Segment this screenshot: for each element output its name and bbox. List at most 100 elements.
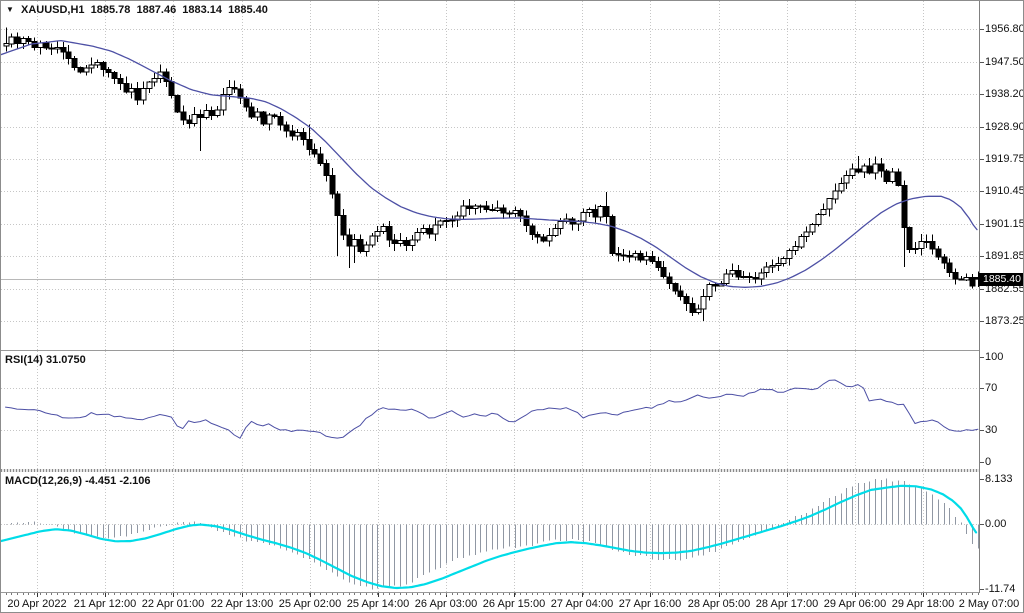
time-minor-tick (972, 593, 973, 595)
time-minor-tick (86, 593, 87, 595)
time-minor-tick (583, 593, 584, 595)
time-minor-tick (789, 593, 790, 595)
time-minor-tick (349, 593, 350, 595)
price-tick-label: 1956.80 (985, 23, 1024, 35)
time-minor-tick (160, 593, 161, 595)
time-minor-tick (526, 593, 527, 595)
time-minor-tick (28, 593, 29, 595)
price-tick-label: 1873.25 (985, 315, 1024, 327)
time-minor-tick (652, 593, 653, 595)
time-minor-tick (801, 593, 802, 595)
time-minor-tick (240, 593, 241, 595)
time-minor-tick (297, 593, 298, 595)
time-tick-mark (310, 593, 311, 597)
rsi-plot[interactable] (1, 351, 979, 469)
time-minor-tick (497, 593, 498, 595)
time-minor-tick (126, 593, 127, 595)
candlestick-plot[interactable] (1, 1, 979, 350)
axis-tick-mark (980, 321, 984, 322)
time-minor-tick (263, 593, 264, 595)
rsi-tick-label: 0 (985, 456, 991, 468)
time-minor-tick (503, 593, 504, 595)
time-tick-label: 28 Apr 05:00 (688, 598, 750, 610)
axis-tick-mark (980, 159, 984, 160)
time-minor-tick (286, 593, 287, 595)
time-minor-tick (274, 593, 275, 595)
time-minor-tick (658, 593, 659, 595)
time-tick-mark (37, 593, 38, 597)
time-minor-tick (412, 593, 413, 595)
time-tick-label: 27 Apr 04:00 (551, 598, 613, 610)
time-tick-label: 27 Apr 16:00 (619, 598, 681, 610)
time-minor-tick (560, 593, 561, 595)
time-minor-tick (629, 593, 630, 595)
time-minor-tick (103, 593, 104, 595)
time-tick-label: 25 Apr 02:00 (279, 598, 341, 610)
time-tick-label: 29 Apr 06:00 (824, 598, 886, 610)
time-minor-tick (898, 593, 899, 595)
rsi-tick-label: 100 (985, 351, 1003, 363)
time-minor-tick (137, 593, 138, 595)
time-minor-tick (320, 593, 321, 595)
panel-separator[interactable] (1, 350, 979, 351)
time-minor-tick (909, 593, 910, 595)
time-minor-tick (389, 593, 390, 595)
time-minor-tick (818, 593, 819, 595)
time-minor-tick (257, 593, 258, 595)
current-price-badge: 1885.40 (979, 273, 1024, 286)
panel-splitter[interactable] (1, 469, 979, 472)
time-minor-tick (23, 593, 24, 595)
time-minor-tick (194, 593, 195, 595)
time-minor-tick (314, 593, 315, 595)
time-minor-tick (429, 593, 430, 595)
time-minor-tick (623, 593, 624, 595)
time-minor-tick (366, 593, 367, 595)
time-minor-tick (749, 593, 750, 595)
time-minor-tick (423, 593, 424, 595)
time-minor-tick (555, 593, 556, 595)
time-minor-tick (217, 593, 218, 595)
axis-tick-mark (980, 357, 984, 358)
time-minor-tick (926, 593, 927, 595)
time-minor-tick (938, 593, 939, 595)
time-minor-tick (223, 593, 224, 595)
axis-tick-mark (980, 479, 984, 480)
time-minor-tick (108, 593, 109, 595)
time-minor-tick (51, 593, 52, 595)
time-minor-tick (91, 593, 92, 595)
time-minor-tick (858, 593, 859, 595)
ohlc-open: 1885.78 (91, 4, 131, 16)
time-minor-tick (572, 593, 573, 595)
time-minor-tick (6, 593, 7, 595)
time-minor-tick (74, 593, 75, 595)
time-minor-tick (640, 593, 641, 595)
axis-tick-mark (980, 256, 984, 257)
time-minor-tick (812, 593, 813, 595)
time-minor-tick (383, 593, 384, 595)
axis-tick-mark (980, 524, 984, 525)
axis-tick-mark (980, 94, 984, 95)
time-minor-tick (726, 593, 727, 595)
symbol-dropdown-icon[interactable]: ▼ (6, 5, 14, 14)
time-minor-tick (978, 593, 979, 595)
time-tick-label: 26 Apr 15:00 (483, 598, 545, 610)
time-minor-tick (183, 593, 184, 595)
time-minor-tick (120, 593, 121, 595)
time-minor-tick (189, 593, 190, 595)
time-minor-tick (806, 593, 807, 595)
time-minor-tick (675, 593, 676, 595)
time-minor-tick (961, 593, 962, 595)
time-minor-tick (761, 593, 762, 595)
time-minor-tick (68, 593, 69, 595)
symbol-period-label: XAUUSD,H1 (21, 4, 85, 16)
time-minor-tick (589, 593, 590, 595)
time-minor-tick (337, 593, 338, 595)
panel-separator-bottom (1, 592, 979, 593)
macd-plot[interactable] (1, 471, 979, 593)
time-minor-tick (246, 593, 247, 595)
time-minor-tick (154, 593, 155, 595)
time-minor-tick (875, 593, 876, 595)
time-minor-tick (852, 593, 853, 595)
time-minor-tick (795, 593, 796, 595)
time-minor-tick (360, 593, 361, 595)
